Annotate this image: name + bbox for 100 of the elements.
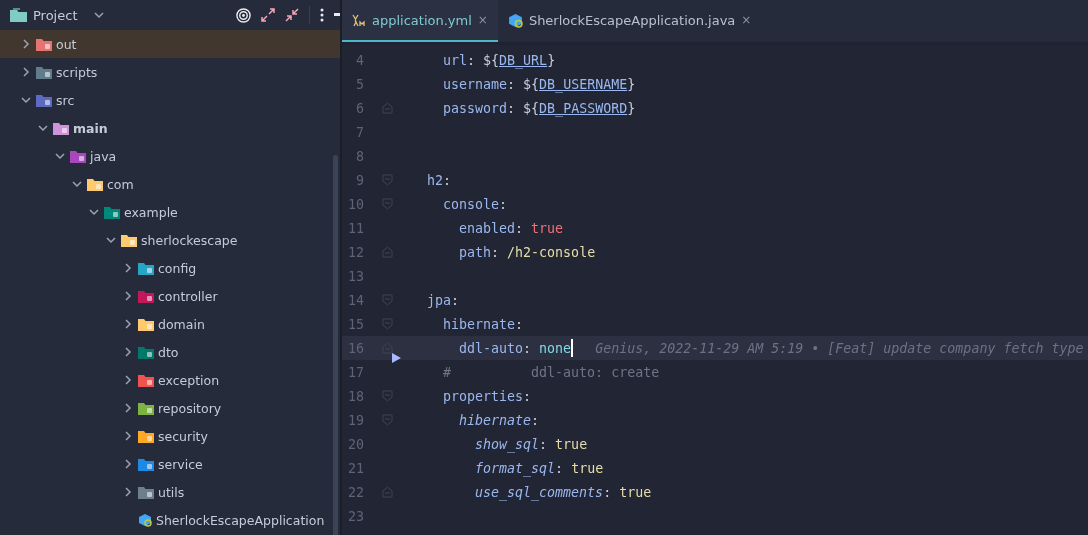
chevron-right-icon[interactable] bbox=[122, 262, 134, 274]
close-icon[interactable]: × bbox=[477, 13, 488, 27]
chevron-down-icon[interactable] bbox=[54, 150, 66, 162]
tree-item[interactable]: config bbox=[0, 254, 340, 282]
scrollbar[interactable] bbox=[333, 155, 338, 535]
line-number: 19 bbox=[347, 412, 364, 428]
line-number: 10 bbox=[347, 196, 364, 212]
line-number: 5 bbox=[355, 76, 364, 92]
code-line: format_sql: true bbox=[474, 460, 604, 476]
yaml-file-icon bbox=[352, 13, 366, 27]
line-number: 20 bbox=[347, 436, 364, 452]
tree-item[interactable]: out bbox=[0, 30, 340, 58]
line-number: 23 bbox=[347, 508, 364, 524]
class-file-icon bbox=[507, 12, 523, 28]
tree-item[interactable]: src bbox=[0, 86, 340, 114]
tree-item[interactable]: example bbox=[0, 198, 340, 226]
code-line: hibernate: bbox=[442, 316, 524, 332]
tree-item-label: service bbox=[158, 456, 203, 472]
chevron-right-icon[interactable] bbox=[122, 402, 134, 414]
expand-icon[interactable] bbox=[261, 8, 275, 22]
code-line: use_sql_comments: true bbox=[474, 484, 652, 500]
tree-item-label: sherlockescape bbox=[141, 232, 238, 248]
line-number: 7 bbox=[355, 124, 364, 140]
chevron-right-icon[interactable] bbox=[122, 318, 134, 330]
code-line: url: ${DB_URL} bbox=[442, 52, 556, 68]
code-line: jpa: bbox=[426, 292, 460, 308]
tree-item-label: exception bbox=[158, 372, 220, 388]
line-number: 8 bbox=[355, 148, 364, 164]
tree-item[interactable]: service bbox=[0, 450, 340, 478]
code-line: enabled: true bbox=[458, 220, 564, 236]
editor-tab[interactable]: SherlockEscapeApplication.java × bbox=[497, 0, 762, 42]
tree-item-label: utils bbox=[158, 484, 185, 500]
tree-item[interactable]: scripts bbox=[0, 58, 340, 86]
line-number: 11 bbox=[347, 220, 364, 236]
tree-item-label: SherlockEscapeApplication bbox=[156, 512, 325, 528]
line-number: 21 bbox=[347, 460, 364, 476]
tree-item-label: security bbox=[158, 428, 208, 444]
chevron-down-icon[interactable] bbox=[93, 9, 106, 21]
chevron-down-icon[interactable] bbox=[105, 234, 117, 246]
tree-item[interactable]: utils bbox=[0, 478, 340, 506]
tree-item[interactable]: main bbox=[0, 114, 340, 142]
tree-item[interactable]: sherlockescape bbox=[0, 226, 340, 254]
tree-item-label: controller bbox=[158, 288, 218, 304]
tree-item-label: config bbox=[158, 260, 197, 276]
code-line: password: ${DB_PASSWORD} bbox=[442, 100, 636, 116]
blame-annotation: Genius, 2022-11-29 AM 5:19 • [Feat] update company fetch type bbox=[595, 340, 1084, 356]
line-number: 6 bbox=[355, 100, 364, 116]
code-line: show_sql: true bbox=[474, 436, 588, 452]
tree-item-label: main bbox=[73, 120, 108, 136]
tree-item-label: domain bbox=[158, 316, 205, 332]
tree-item-label: com bbox=[107, 176, 134, 192]
chevron-right-icon[interactable] bbox=[122, 430, 134, 442]
tree-item-label: repository bbox=[158, 400, 222, 416]
chevron-right-icon[interactable] bbox=[122, 346, 134, 358]
chevron-down-icon[interactable] bbox=[37, 122, 49, 134]
chevron-right-icon[interactable] bbox=[122, 374, 134, 386]
tree-item[interactable]: java bbox=[0, 142, 340, 170]
tree-item[interactable]: com bbox=[0, 170, 340, 198]
line-number: 16 bbox=[347, 340, 364, 356]
chevron-down-icon[interactable] bbox=[71, 178, 83, 190]
code-line: # ddl-auto: create bbox=[442, 364, 660, 380]
tree-item[interactable]: controller bbox=[0, 282, 340, 310]
close-icon[interactable]: × bbox=[741, 13, 752, 27]
code-line: path: /h2-console bbox=[458, 244, 596, 260]
tree-item-label: java bbox=[90, 148, 117, 164]
tree-item-label: example bbox=[124, 204, 178, 220]
chevron-right-icon[interactable] bbox=[122, 458, 134, 470]
chevron-right-icon[interactable] bbox=[20, 66, 32, 78]
chevron-right-icon[interactable] bbox=[122, 486, 134, 498]
chevron-down-icon[interactable] bbox=[88, 206, 100, 218]
tree-item[interactable]: domain bbox=[0, 310, 340, 338]
code-line: username: ${DB_USERNAME} bbox=[442, 76, 636, 92]
panel-title[interactable]: Project bbox=[33, 7, 78, 23]
tree-item[interactable]: security bbox=[0, 422, 340, 450]
line-number: 9 bbox=[355, 172, 364, 188]
code-line: hibernate: bbox=[458, 412, 540, 428]
tree-item[interactable]: exception bbox=[0, 366, 340, 394]
line-number: 22 bbox=[347, 484, 364, 500]
chevron-right-icon[interactable] bbox=[20, 38, 32, 50]
line-number: 17 bbox=[347, 364, 364, 380]
tree-item[interactable]: repository bbox=[0, 394, 340, 422]
tree-item-label: scripts bbox=[56, 64, 98, 80]
line-number: 13 bbox=[347, 268, 364, 284]
collapse-icon[interactable] bbox=[285, 8, 299, 22]
play-marker-icon[interactable] bbox=[392, 353, 401, 363]
target-icon[interactable] bbox=[236, 7, 251, 23]
tree-item-label: src bbox=[56, 92, 75, 108]
code-line: ddl-auto: none bbox=[458, 340, 572, 356]
chevron-down-icon[interactable] bbox=[20, 94, 32, 106]
tree-item[interactable]: dto bbox=[0, 338, 340, 366]
code-line: h2: bbox=[426, 172, 452, 188]
more-icon[interactable] bbox=[320, 8, 324, 22]
line-number: 15 bbox=[347, 316, 364, 332]
tree-item-label: dto bbox=[158, 344, 179, 360]
editor-tab[interactable]: application.yml × bbox=[342, 0, 498, 42]
line-number: 18 bbox=[347, 388, 364, 404]
chevron-right-icon[interactable] bbox=[122, 290, 134, 302]
tree-item[interactable]: SherlockEscapeApplication bbox=[0, 506, 340, 534]
code-line: properties: bbox=[442, 388, 532, 404]
line-number: 4 bbox=[355, 52, 364, 68]
